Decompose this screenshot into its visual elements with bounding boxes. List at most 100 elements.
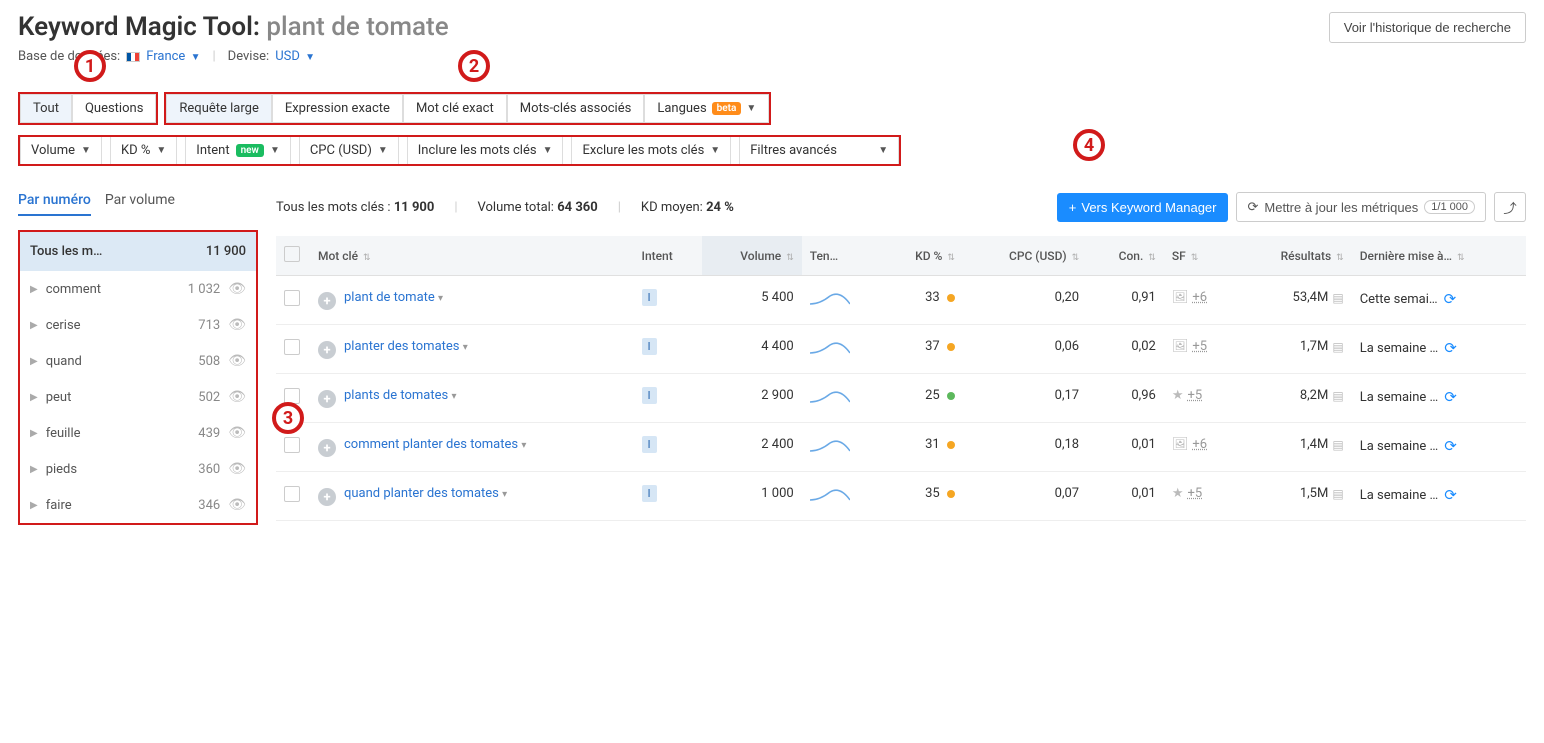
document-icon: ▤ [1332, 389, 1343, 403]
currency-dropdown[interactable]: USD ▼ [275, 49, 315, 64]
col-trend[interactable]: Ten… [802, 236, 883, 276]
sidebar-item[interactable]: ▶comment1 032👁 [20, 271, 256, 307]
tab-broad[interactable]: Requête large [166, 94, 271, 123]
sort-icon: ⇅ [1457, 253, 1465, 263]
cell-sf[interactable]: 🖼+5 [1172, 339, 1230, 354]
eye-icon[interactable]: 👁 [228, 353, 246, 369]
db-country-dropdown[interactable]: France ▼ [146, 49, 200, 64]
eye-icon[interactable]: 👁 [228, 461, 246, 477]
tab-exact-expression[interactable]: Expression exacte [272, 94, 403, 123]
sidebar-item-label: comment [46, 282, 165, 297]
add-keyword-button[interactable]: + [318, 390, 336, 408]
refresh-row-icon[interactable]: ⟳ [1444, 339, 1457, 357]
col-updated[interactable]: Dernière mise à… ⇅ [1352, 236, 1526, 276]
document-icon: ▤ [1332, 291, 1343, 305]
history-button[interactable]: Voir l'historique de recherche [1329, 12, 1526, 43]
cell-sf[interactable]: 🖼+6 [1172, 437, 1230, 452]
keyword-link[interactable]: plants de tomates ▾ [344, 388, 456, 403]
row-checkbox[interactable] [284, 437, 300, 453]
eye-icon[interactable]: 👁 [228, 425, 246, 441]
tab-languages[interactable]: Langues beta ▼ [644, 94, 769, 123]
sidebar-item[interactable]: ▶cerise713👁 [20, 307, 256, 343]
sidebar-item[interactable]: ▶feuille439👁 [20, 415, 256, 451]
add-keyword-button[interactable]: + [318, 292, 336, 310]
beta-badge: beta [712, 102, 742, 115]
col-intent[interactable]: Intent [634, 236, 702, 276]
keyword-link[interactable]: plant de tomate ▾ [344, 290, 443, 305]
refresh-row-icon[interactable]: ⟳ [1444, 437, 1457, 455]
cell-updated: La semaine … [1360, 341, 1439, 356]
to-keyword-manager-button[interactable]: +Vers Keyword Manager [1057, 193, 1229, 222]
sidebar-item-label: peut [46, 390, 165, 405]
eye-icon[interactable]: 👁 [228, 317, 246, 333]
add-keyword-button[interactable]: + [318, 341, 336, 359]
refresh-row-icon[interactable]: ⟳ [1444, 290, 1457, 308]
eye-icon[interactable]: 👁 [228, 497, 246, 513]
serp-feature-icon: ★ [1172, 388, 1184, 403]
cell-updated: La semaine … [1360, 439, 1439, 454]
cell-cpc: 0,07 [963, 472, 1087, 521]
col-con[interactable]: Con. ⇅ [1087, 236, 1164, 276]
cell-kd: 35 [882, 472, 962, 521]
sidebar-item-count: 508 [172, 354, 220, 369]
sidebar-tab-by-number[interactable]: Par numéro [18, 192, 91, 216]
keyword-link[interactable]: planter des tomates ▾ [344, 339, 468, 354]
sort-icon: ⇅ [363, 253, 371, 263]
sidebar-item-count: 713 [172, 318, 220, 333]
cell-results: 8,2M ▤ [1246, 388, 1344, 403]
sidebar-item[interactable]: ▶peut502👁 [20, 379, 256, 415]
cell-updated: Cette semai… [1360, 292, 1438, 307]
keyword-link[interactable]: comment planter des tomates ▾ [344, 437, 526, 452]
sidebar-item-count: 360 [172, 462, 220, 477]
eye-icon[interactable]: 👁 [228, 389, 246, 405]
cell-con: 0,02 [1087, 325, 1164, 374]
sidebar-item[interactable]: ▶faire346👁 [20, 487, 256, 523]
filter-advanced[interactable]: Filtres avancés▼ [739, 137, 899, 164]
sidebar-item-count: 346 [172, 498, 220, 513]
col-results[interactable]: Résultats ⇅ [1238, 236, 1352, 276]
cell-results: 1,7M ▤ [1246, 339, 1344, 354]
row-checkbox[interactable] [284, 486, 300, 502]
filter-intent[interactable]: Intentnew▼ [185, 137, 291, 164]
col-cpc[interactable]: CPC (USD) ⇅ [963, 236, 1087, 276]
refresh-row-icon[interactable]: ⟳ [1444, 486, 1457, 504]
chevron-down-icon: ▾ [451, 391, 456, 402]
filter-exclude[interactable]: Exclure les mots clés▼ [571, 137, 731, 164]
flag-france-icon [126, 52, 140, 62]
row-checkbox[interactable] [284, 290, 300, 306]
cell-sf[interactable]: ★+5 [1172, 486, 1230, 501]
col-kd[interactable]: KD % ⇅ [882, 236, 962, 276]
annotation-2: 2 [458, 50, 490, 82]
tab-questions[interactable]: Questions [72, 94, 156, 123]
export-button[interactable]: ⤴ [1494, 192, 1526, 222]
cell-sf[interactable]: ★+5 [1172, 388, 1230, 403]
sidebar-tab-by-volume[interactable]: Par volume [105, 192, 175, 216]
serp-feature-icon: 🖼 [1172, 339, 1189, 354]
filter-kd[interactable]: KD %▼ [110, 137, 177, 164]
table-row: +quand planter des tomates ▾I1 00035 0,0… [276, 472, 1526, 521]
col-sf[interactable]: SF ⇅ [1164, 236, 1238, 276]
eye-icon[interactable]: 👁 [228, 281, 246, 297]
filter-cpc[interactable]: CPC (USD)▼ [299, 137, 399, 164]
select-all-checkbox[interactable] [284, 246, 300, 262]
cell-kd: 25 [882, 374, 962, 423]
cell-sf[interactable]: 🖼+6 [1172, 290, 1230, 305]
row-checkbox[interactable] [284, 339, 300, 355]
sidebar-all-keywords[interactable]: Tous les m… 11 900 [20, 232, 256, 271]
update-metrics-button[interactable]: ⟳Mettre à jour les métriques1/1 000 [1236, 192, 1486, 222]
sort-icon: ⇅ [1336, 253, 1344, 263]
tab-related[interactable]: Mots-clés associés [507, 94, 645, 123]
col-volume[interactable]: Volume ⇅ [702, 236, 802, 276]
tab-exact-keyword[interactable]: Mot clé exact [403, 94, 507, 123]
filter-volume[interactable]: Volume▼ [20, 137, 102, 164]
tab-all[interactable]: Tout [20, 94, 72, 123]
refresh-row-icon[interactable]: ⟳ [1444, 388, 1457, 406]
keyword-link[interactable]: quand planter des tomates ▾ [344, 486, 507, 501]
sort-icon: ⇅ [1191, 253, 1199, 263]
col-keyword[interactable]: Mot clé ⇅ [310, 236, 634, 276]
add-keyword-button[interactable]: + [318, 488, 336, 506]
add-keyword-button[interactable]: + [318, 439, 336, 457]
filter-include[interactable]: Inclure les mots clés▼ [407, 137, 564, 164]
sidebar-item[interactable]: ▶quand508👁 [20, 343, 256, 379]
sidebar-item[interactable]: ▶pieds360👁 [20, 451, 256, 487]
